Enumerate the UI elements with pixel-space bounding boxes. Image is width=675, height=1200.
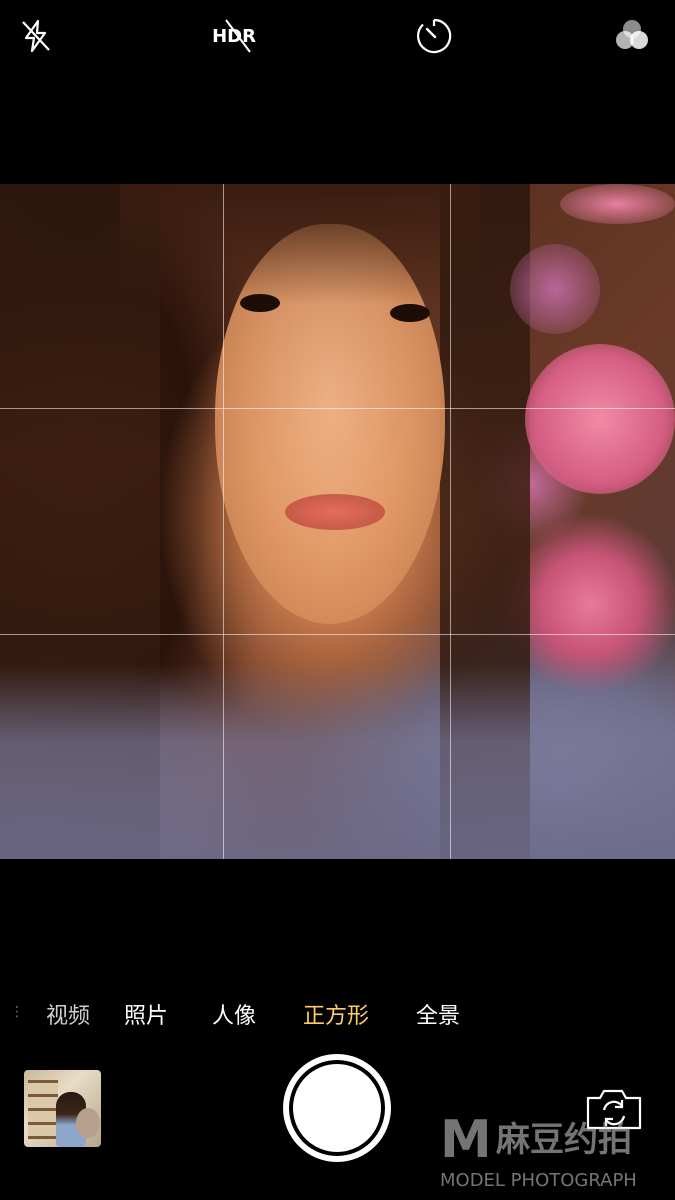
filters-button[interactable] xyxy=(608,14,656,58)
mode-selector: ⋮ 视频 照片 人像 正方形 全景 xyxy=(0,992,675,1036)
shutter-inner-ring xyxy=(289,1060,385,1156)
flash-off-icon xyxy=(22,19,50,53)
watermark-logo: M xyxy=(440,1110,492,1170)
grid-line-vertical xyxy=(223,184,224,859)
hdr-button[interactable]: HDR xyxy=(204,14,264,58)
timer-button[interactable] xyxy=(410,14,458,58)
hdr-off-icon xyxy=(225,19,251,53)
camera-viewfinder[interactable] xyxy=(0,184,675,859)
mode-photo[interactable]: 照片 xyxy=(124,998,168,1030)
grid-line-vertical xyxy=(450,184,451,859)
mode-square[interactable]: 正方形 xyxy=(303,998,369,1030)
shutter-button[interactable] xyxy=(283,1054,391,1162)
thumbnail-bookshelf xyxy=(28,1080,58,1140)
mode-portrait[interactable]: 人像 xyxy=(212,998,256,1030)
viewfinder-eye-right xyxy=(390,304,430,322)
viewfinder-eye-left xyxy=(240,294,280,312)
flash-button[interactable] xyxy=(14,14,58,58)
viewfinder-rose xyxy=(510,244,600,334)
viewfinder-sweater xyxy=(0,664,675,859)
mode-edge-indicator: ⋮ xyxy=(10,1004,24,1020)
mode-panorama[interactable]: 全景 xyxy=(416,998,460,1030)
grid-line-horizontal xyxy=(0,408,675,409)
viewfinder-hair-top xyxy=(120,184,480,304)
thumbnail-teddy-bear xyxy=(76,1108,100,1138)
mode-video[interactable]: 视频 xyxy=(46,998,90,1030)
viewfinder-rose xyxy=(525,344,675,494)
grid-line-horizontal xyxy=(0,634,675,635)
camera-top-bar: HDR xyxy=(0,0,675,80)
last-photo-thumbnail[interactable] xyxy=(24,1070,101,1147)
filters-icon xyxy=(616,20,648,49)
viewfinder-lips xyxy=(285,494,385,530)
watermark-name-en: MODEL PHOTOGRAPH xyxy=(440,1170,637,1191)
watermark-name-cn: 麻豆约拍 xyxy=(496,1120,632,1160)
timer-icon xyxy=(417,18,452,54)
watermark: M 麻豆约拍 MODEL PHOTOGRAPH xyxy=(440,1114,672,1198)
viewfinder-rose xyxy=(560,184,675,224)
